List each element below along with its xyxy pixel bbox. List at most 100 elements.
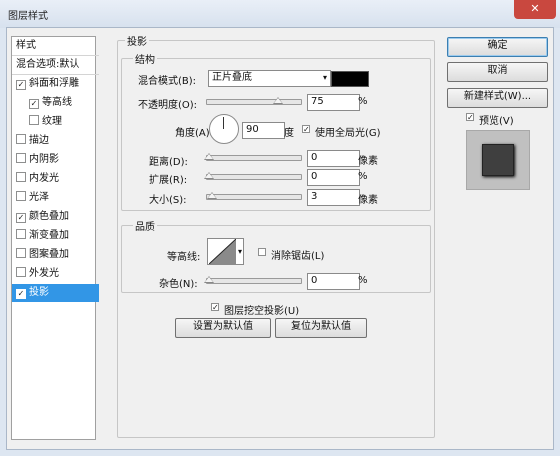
title-bar [0, 0, 560, 28]
sidebar-checkbox[interactable] [16, 172, 26, 182]
window-title: 图层样式 [8, 11, 48, 22]
blend-mode-select[interactable]: 正片叠底 ▾ [208, 70, 331, 87]
sidebar-item-label: 等高线 [42, 97, 72, 108]
noise-label: 杂色(N): [159, 279, 198, 290]
ok-button[interactable]: 确定 [447, 37, 548, 57]
sidebar-checkbox[interactable] [16, 191, 26, 201]
sidebar-item-label: 图案叠加 [29, 249, 69, 260]
quality-title: 品质 [133, 218, 157, 233]
opacity-unit: % [358, 96, 368, 107]
blend-mode-value: 正片叠底 [212, 72, 252, 83]
sidebar-item-label: 内发光 [29, 173, 59, 184]
size-slider[interactable] [206, 194, 302, 200]
style-list: 样式 混合选项:默认 ✓ 斜面和浮雕 ✓ 等高线 纹理 描边 内阴影 内发光 光泽 ✓ 颜色叠加 渐变叠加… [11, 36, 99, 440]
distance-input[interactable]: 0 [307, 150, 360, 167]
close-button[interactable]: ✕ [514, 0, 556, 19]
global-light-label: 使用全局光(G) [315, 128, 381, 139]
contour-curve-icon [209, 239, 236, 264]
opacity-label: 不透明度(O): [138, 100, 198, 111]
sidebar-checkbox[interactable] [29, 115, 39, 125]
sidebar-item-label: 纹理 [42, 116, 62, 127]
sidebar-item[interactable]: 图案叠加 [12, 246, 99, 264]
noise-input[interactable]: 0 [307, 273, 360, 290]
angle-label: 角度(A): [175, 128, 214, 139]
sidebar-item-label: 光泽 [29, 192, 49, 203]
knockout-checkbox[interactable]: ✓ [211, 303, 219, 312]
sidebar-checkbox[interactable] [16, 134, 26, 144]
sidebar-checkbox[interactable]: ✓ [16, 213, 26, 223]
sidebar-item-label: 样式 [16, 40, 36, 51]
sidebar-item[interactable]: 混合选项:默认 [12, 56, 99, 75]
sidebar-item[interactable]: 外发光 [12, 265, 99, 283]
drop-shadow-title: 投影 [125, 33, 149, 48]
preview-label: 预览(V) [479, 116, 514, 127]
chevron-down-icon: ▾ [322, 73, 327, 82]
sidebar-item[interactable]: 渐变叠加 [12, 227, 99, 245]
sidebar-checkbox[interactable] [16, 267, 26, 277]
sidebar-checkbox[interactable]: ✓ [16, 289, 26, 299]
distance-label: 距离(D): [149, 157, 188, 168]
spread-input[interactable]: 0 [307, 169, 360, 186]
close-icon: ✕ [530, 2, 540, 15]
spread-slider-thumb[interactable] [204, 172, 214, 179]
sidebar-checkbox[interactable] [16, 229, 26, 239]
size-input[interactable]: 3 [307, 189, 360, 206]
sidebar-item[interactable]: 描边 [12, 132, 99, 150]
distance-slider[interactable] [206, 155, 302, 161]
angle-input[interactable]: 90 [242, 122, 285, 139]
noise-unit: % [358, 275, 368, 286]
sidebar-item-label: 颜色叠加 [29, 211, 69, 222]
size-slider-thumb[interactable] [207, 192, 217, 199]
opacity-input[interactable]: 75 [307, 94, 360, 111]
new-style-button[interactable]: 新建样式(W)... [447, 88, 548, 108]
sidebar-item[interactable]: ✓ 斜面和浮雕 [12, 75, 99, 93]
preview-swatch [482, 144, 514, 176]
sidebar-checkbox[interactable]: ✓ [29, 99, 39, 109]
sidebar-item[interactable]: 内阴影 [12, 151, 99, 169]
noise-slider[interactable] [206, 278, 302, 284]
sidebar-item-label: 斜面和浮雕 [29, 78, 79, 89]
blend-color-swatch[interactable] [331, 71, 369, 87]
blend-mode-label: 混合模式(B): [138, 76, 197, 87]
knockout-label: 图层挖空投影(U) [224, 306, 300, 317]
sidebar-item-label: 渐变叠加 [29, 230, 69, 241]
antialias-checkbox[interactable] [258, 248, 266, 256]
sidebar-item-label: 外发光 [29, 268, 59, 279]
sidebar-item[interactable]: 样式 [12, 37, 99, 56]
sidebar-item-label: 混合选项:默认 [16, 59, 80, 70]
cancel-button[interactable]: 取消 [447, 62, 548, 82]
sidebar-item[interactable]: 纹理 [12, 113, 112, 131]
opacity-slider-thumb[interactable] [273, 97, 283, 104]
opacity-slider[interactable] [206, 99, 302, 105]
noise-slider-thumb[interactable] [204, 276, 214, 283]
size-unit: 像素 [358, 195, 378, 206]
antialias-label: 消除锯齿(L) [271, 251, 325, 262]
angle-dial[interactable] [209, 114, 239, 144]
style-preview [466, 130, 530, 190]
angle-unit: 度 [284, 128, 294, 139]
contour-dropdown-icon: ▾ [237, 247, 242, 256]
global-light-checkbox[interactable]: ✓ [302, 125, 310, 134]
reset-default-button[interactable]: 复位为默认值 [275, 318, 367, 338]
distance-slider-thumb[interactable] [204, 153, 214, 160]
sidebar-item[interactable]: ✓ 颜色叠加 [12, 208, 99, 226]
spread-unit: % [358, 171, 368, 182]
spread-slider[interactable] [206, 174, 302, 180]
sidebar-checkbox[interactable]: ✓ [16, 80, 26, 90]
make-default-button[interactable]: 设置为默认值 [175, 318, 271, 338]
spread-label: 扩展(R): [149, 175, 188, 186]
distance-unit: 像素 [358, 156, 378, 167]
sidebar-item[interactable]: ✓ 投影 [12, 284, 99, 302]
structure-title: 结构 [133, 51, 157, 66]
preview-checkbox[interactable]: ✓ [466, 113, 474, 122]
sidebar-item-label: 描边 [29, 135, 49, 146]
sidebar-item[interactable]: ✓ 等高线 [12, 94, 112, 112]
angle-needle [223, 117, 224, 129]
contour-picker[interactable]: ▾ [207, 238, 244, 265]
sidebar-checkbox[interactable] [16, 153, 26, 163]
contour-label: 等高线: [167, 252, 201, 263]
size-label: 大小(S): [149, 195, 187, 206]
sidebar-item[interactable]: 光泽 [12, 189, 99, 207]
sidebar-item[interactable]: 内发光 [12, 170, 99, 188]
sidebar-checkbox[interactable] [16, 248, 26, 258]
